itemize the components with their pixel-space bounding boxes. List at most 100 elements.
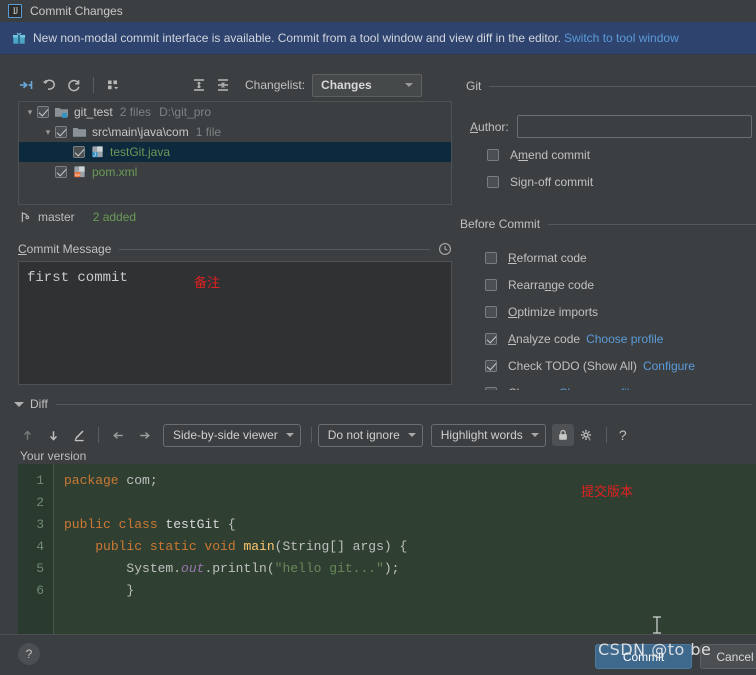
banner-text: New non-modal commit interface is availa… [33,31,562,45]
dialog-button-bar: ? Commit Cancel [0,634,756,675]
ignore-mode-dropdown[interactable]: Do not ignore [317,423,423,447]
commit-button[interactable]: Commit [595,644,692,669]
optimize-imports-checkbox-row[interactable]: Optimize imports [485,303,598,321]
signoff-commit-checkbox-row[interactable]: Sign-off commit [487,173,593,191]
collapse-all-icon[interactable] [211,73,235,97]
group-by-icon[interactable] [101,73,125,97]
show-diff-icon[interactable] [14,73,38,97]
switch-to-tool-window-link[interactable]: Switch to tool window [564,31,679,45]
gear-icon[interactable] [574,423,600,447]
code-lines[interactable]: package com; public class testGit { publ… [54,464,756,634]
file-meta-count: 1 file [195,125,222,139]
changelist-label: Changelist: [245,78,305,92]
commit-message-input[interactable]: first commit 备注 [18,261,452,385]
arrow-down-icon[interactable] [40,423,66,447]
expand-all-icon[interactable] [187,73,211,97]
java-file-icon: J [92,146,103,158]
analyze-code-checkbox-row[interactable]: Analyze code Choose profile [485,330,663,348]
signoff-commit-label: Sign-off commit [510,175,594,189]
title-bar: IJ Commit Changes [0,0,756,22]
table-row[interactable]: <> pom.xml [19,162,451,182]
ignore-mode-value: Do not ignore [327,428,400,442]
reformat-code-checkbox-row[interactable]: Reformat code [485,249,587,267]
pencil-edit-icon[interactable] [66,423,92,447]
signoff-commit-checkbox[interactable] [487,176,499,188]
chevron-down-icon [530,433,539,437]
arrow-up-icon[interactable] [14,423,40,447]
collapse-diff-icon[interactable] [14,401,24,407]
module-folder-icon [54,107,69,118]
git-section-header: Git [466,78,756,94]
svg-text:J: J [93,152,96,158]
diff-section-title: Diff [30,397,48,411]
file-meta-path: D:\git_pro [159,105,212,119]
before-commit-section-title: Before Commit [460,217,541,231]
rearrange-code-checkbox-row[interactable]: Rearrange code [485,276,594,294]
code-token: .println( [204,561,275,576]
gift-icon [12,32,26,44]
changelist-dropdown[interactable]: Changes [312,73,423,97]
code-token: { [227,517,236,532]
row-checkbox[interactable] [55,166,67,178]
help-button[interactable]: ? [18,643,40,665]
commit-changes-dialog: IJ Commit Changes New non-modal commit i… [0,0,756,675]
file-name: pom.xml [92,165,138,179]
chevron-down-icon [405,83,414,87]
amend-commit-checkbox[interactable] [487,149,499,161]
toolbar-divider [605,427,607,443]
refresh-icon[interactable] [62,73,86,97]
optimize-imports-checkbox[interactable] [485,306,497,318]
commit-message-label-rest: ommit Message [26,242,112,256]
section-divider [119,248,430,250]
viewer-mode-dropdown[interactable]: Side-by-side viewer [163,423,301,447]
highlight-mode-dropdown[interactable]: Highlight words [430,423,546,447]
analyze-code-checkbox[interactable] [485,333,497,345]
check-todo-checkbox-row[interactable]: Check TODO (Show All) Configure [485,357,695,375]
line-number: 4 [36,539,44,554]
changes-toolbar: Changelist: Changes [14,70,454,100]
signoff-commit-label-rest: n-off commit [527,175,594,189]
line-number: 6 [36,583,44,598]
code-token: package [64,473,127,488]
author-label-rest: uthor: [478,119,509,134]
table-row[interactable]: ▾ git_test 2 files D:\git_pro [19,102,451,122]
row-checkbox[interactable] [55,126,67,138]
changed-files-tree[interactable]: ▾ git_test 2 files D:\git_pro ▾ src\main… [18,101,452,205]
row-checkbox[interactable] [37,106,49,118]
code-token: main [243,539,275,554]
question-mark-icon[interactable]: ? [613,427,633,443]
chevron-down-icon [407,433,416,437]
optimize-imports-label-rest: ptimize imports [517,305,599,319]
file-meta-count: 2 files [119,105,152,119]
arrow-right-icon[interactable] [131,423,157,447]
code-line: } [54,580,756,602]
file-name: src\main\java\com [92,125,189,139]
chevron-down-icon[interactable]: ▾ [23,105,37,119]
diff-section-header: Diff [14,396,752,412]
diff-left-gutter-stub [0,464,18,634]
row-checkbox[interactable] [73,146,85,158]
diff-code-viewer[interactable]: 1 2 3 4 5 6 package com; public class te… [18,464,756,634]
author-field[interactable] [516,115,752,138]
lock-icon[interactable] [551,424,574,446]
reformat-code-label: Reformat code [508,251,587,265]
table-row[interactable]: J testGit.java [19,142,451,162]
rearrange-code-checkbox[interactable] [485,279,497,291]
clock-history-icon[interactable] [438,242,452,256]
rollback-undo-icon[interactable] [38,73,62,97]
amend-commit-label: Amend commit [510,148,591,162]
amend-commit-checkbox-row[interactable]: Amend commit [487,146,590,164]
check-todo-checkbox[interactable] [485,360,497,372]
cancel-button[interactable]: Cancel [700,644,756,669]
table-row[interactable]: ▾ src\main\java\com 1 file [19,122,451,142]
reformat-code-checkbox[interactable] [485,252,497,264]
analyze-code-choose-profile-link[interactable]: Choose profile [586,332,663,346]
before-commit-section-header: Before Commit [460,216,756,232]
arrow-left-icon[interactable] [105,423,131,447]
code-token: } [64,583,135,598]
check-todo-configure-link[interactable]: Configure [643,359,695,373]
chevron-down-icon[interactable]: ▾ [41,125,55,139]
